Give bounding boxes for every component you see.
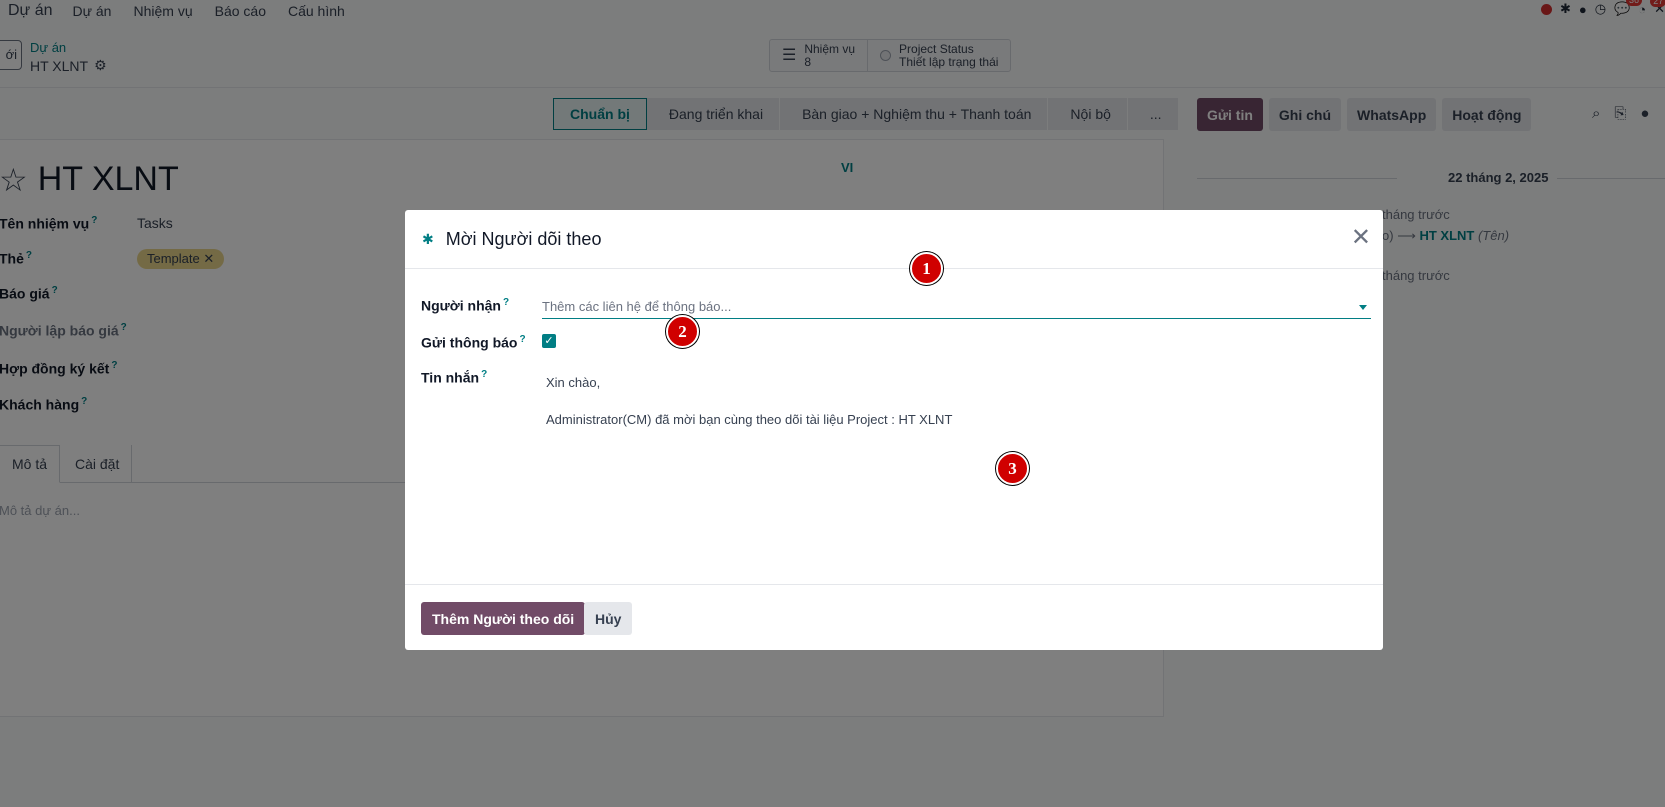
message-greeting: Xin chào, (546, 375, 601, 390)
message-label: Tin nhắn? (421, 369, 487, 386)
message-text: Administrator(CM) đã mời bạn cùng theo d… (546, 412, 953, 427)
help-icon[interactable]: ? (503, 297, 509, 308)
chevron-down-icon[interactable] (1359, 305, 1367, 310)
bug-icon[interactable]: ✱ (422, 231, 434, 248)
recipients-label-text: Người nhận (421, 297, 501, 314)
modal-footer: Thêm Người theo dõi Hủy (405, 584, 1383, 650)
recipients-label: Người nhận? (421, 297, 509, 314)
recipients-field (542, 295, 1371, 319)
recipients-input[interactable] (542, 295, 1342, 314)
modal-title: Mời Người dõi theo (445, 228, 602, 249)
notify-label-text: Gửi thông báo (421, 334, 518, 351)
cancel-button[interactable]: Hủy (584, 602, 633, 635)
help-icon[interactable]: ? (519, 334, 525, 345)
message-label-text: Tin nhắn (421, 369, 480, 386)
message-editor[interactable]: Xin chào, Administrator(CM) đã mời bạn c… (546, 374, 952, 429)
invite-followers-dialog: ✱ Mời Người dõi theo ✕ Người nhận? Gửi t… (405, 210, 1383, 650)
add-followers-button[interactable]: Thêm Người theo dõi (421, 602, 586, 635)
step-marker-3: 3 (996, 452, 1029, 485)
notify-label: Gửi thông báo? (421, 334, 526, 351)
notify-checkbox[interactable]: ✓ (542, 334, 556, 348)
step-marker-1: 1 (910, 252, 943, 285)
step-marker-2: 2 (666, 315, 699, 348)
help-icon[interactable]: ? (481, 369, 487, 380)
modal-header: ✱ Mời Người dõi theo ✕ (405, 210, 1383, 269)
close-icon[interactable]: ✕ (1351, 226, 1371, 250)
